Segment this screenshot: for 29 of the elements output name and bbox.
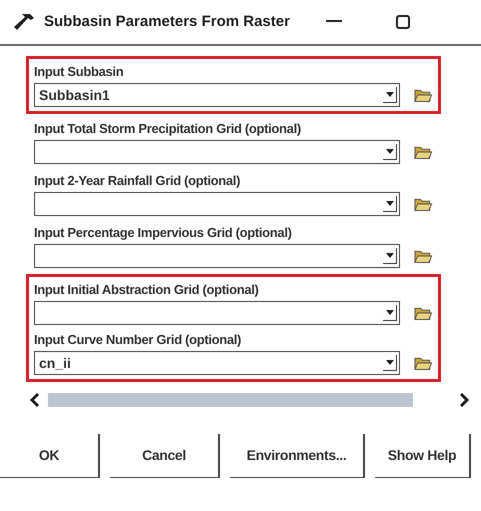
scrollbar-thumb[interactable]	[48, 393, 413, 407]
dropdown-arrow-icon	[383, 305, 398, 321]
dialog-button[interactable]: Show Help	[375, 434, 471, 478]
dropdown-field[interactable]	[34, 301, 400, 325]
hammer-icon	[14, 12, 36, 32]
dropdown-arrow-icon	[383, 196, 398, 212]
scroll-right-icon[interactable]	[459, 393, 469, 407]
field-label: Input Subbasin	[34, 63, 124, 81]
field-label: Input Curve Number Grid (optional)	[34, 331, 242, 349]
scroll-left-icon[interactable]	[30, 393, 40, 407]
field-label: Input Initial Abstraction Grid (optional)	[34, 281, 260, 299]
dropdown-field[interactable]	[34, 140, 400, 164]
field-label: Input Total Storm Precipitation Grid (optional)	[34, 120, 302, 138]
dialog-button[interactable]: OK	[0, 434, 100, 478]
dropdown-arrow-icon	[383, 248, 398, 264]
window-title: Subbasin Parameters From Raster	[44, 12, 290, 32]
minimize-icon[interactable]	[326, 20, 342, 24]
dropdown-field[interactable]: cn_ii	[34, 351, 400, 375]
dropdown-arrow-icon	[383, 355, 398, 371]
dropdown-arrow-icon	[383, 144, 398, 160]
dropdown-arrow-icon	[383, 87, 398, 103]
field-label: Input Percentage Impervious Grid (optional)	[34, 224, 293, 242]
field-label: Input 2-Year Rainfall Grid (optional)	[34, 172, 242, 190]
dialog-button[interactable]: Environments...	[230, 434, 365, 478]
maximize-icon[interactable]	[396, 15, 410, 29]
dropdown-field[interactable]: Subbasin1	[34, 83, 400, 107]
dialog-button[interactable]: Cancel	[110, 434, 220, 478]
dropdown-field[interactable]	[34, 192, 400, 216]
dropdown-field[interactable]	[34, 244, 400, 268]
